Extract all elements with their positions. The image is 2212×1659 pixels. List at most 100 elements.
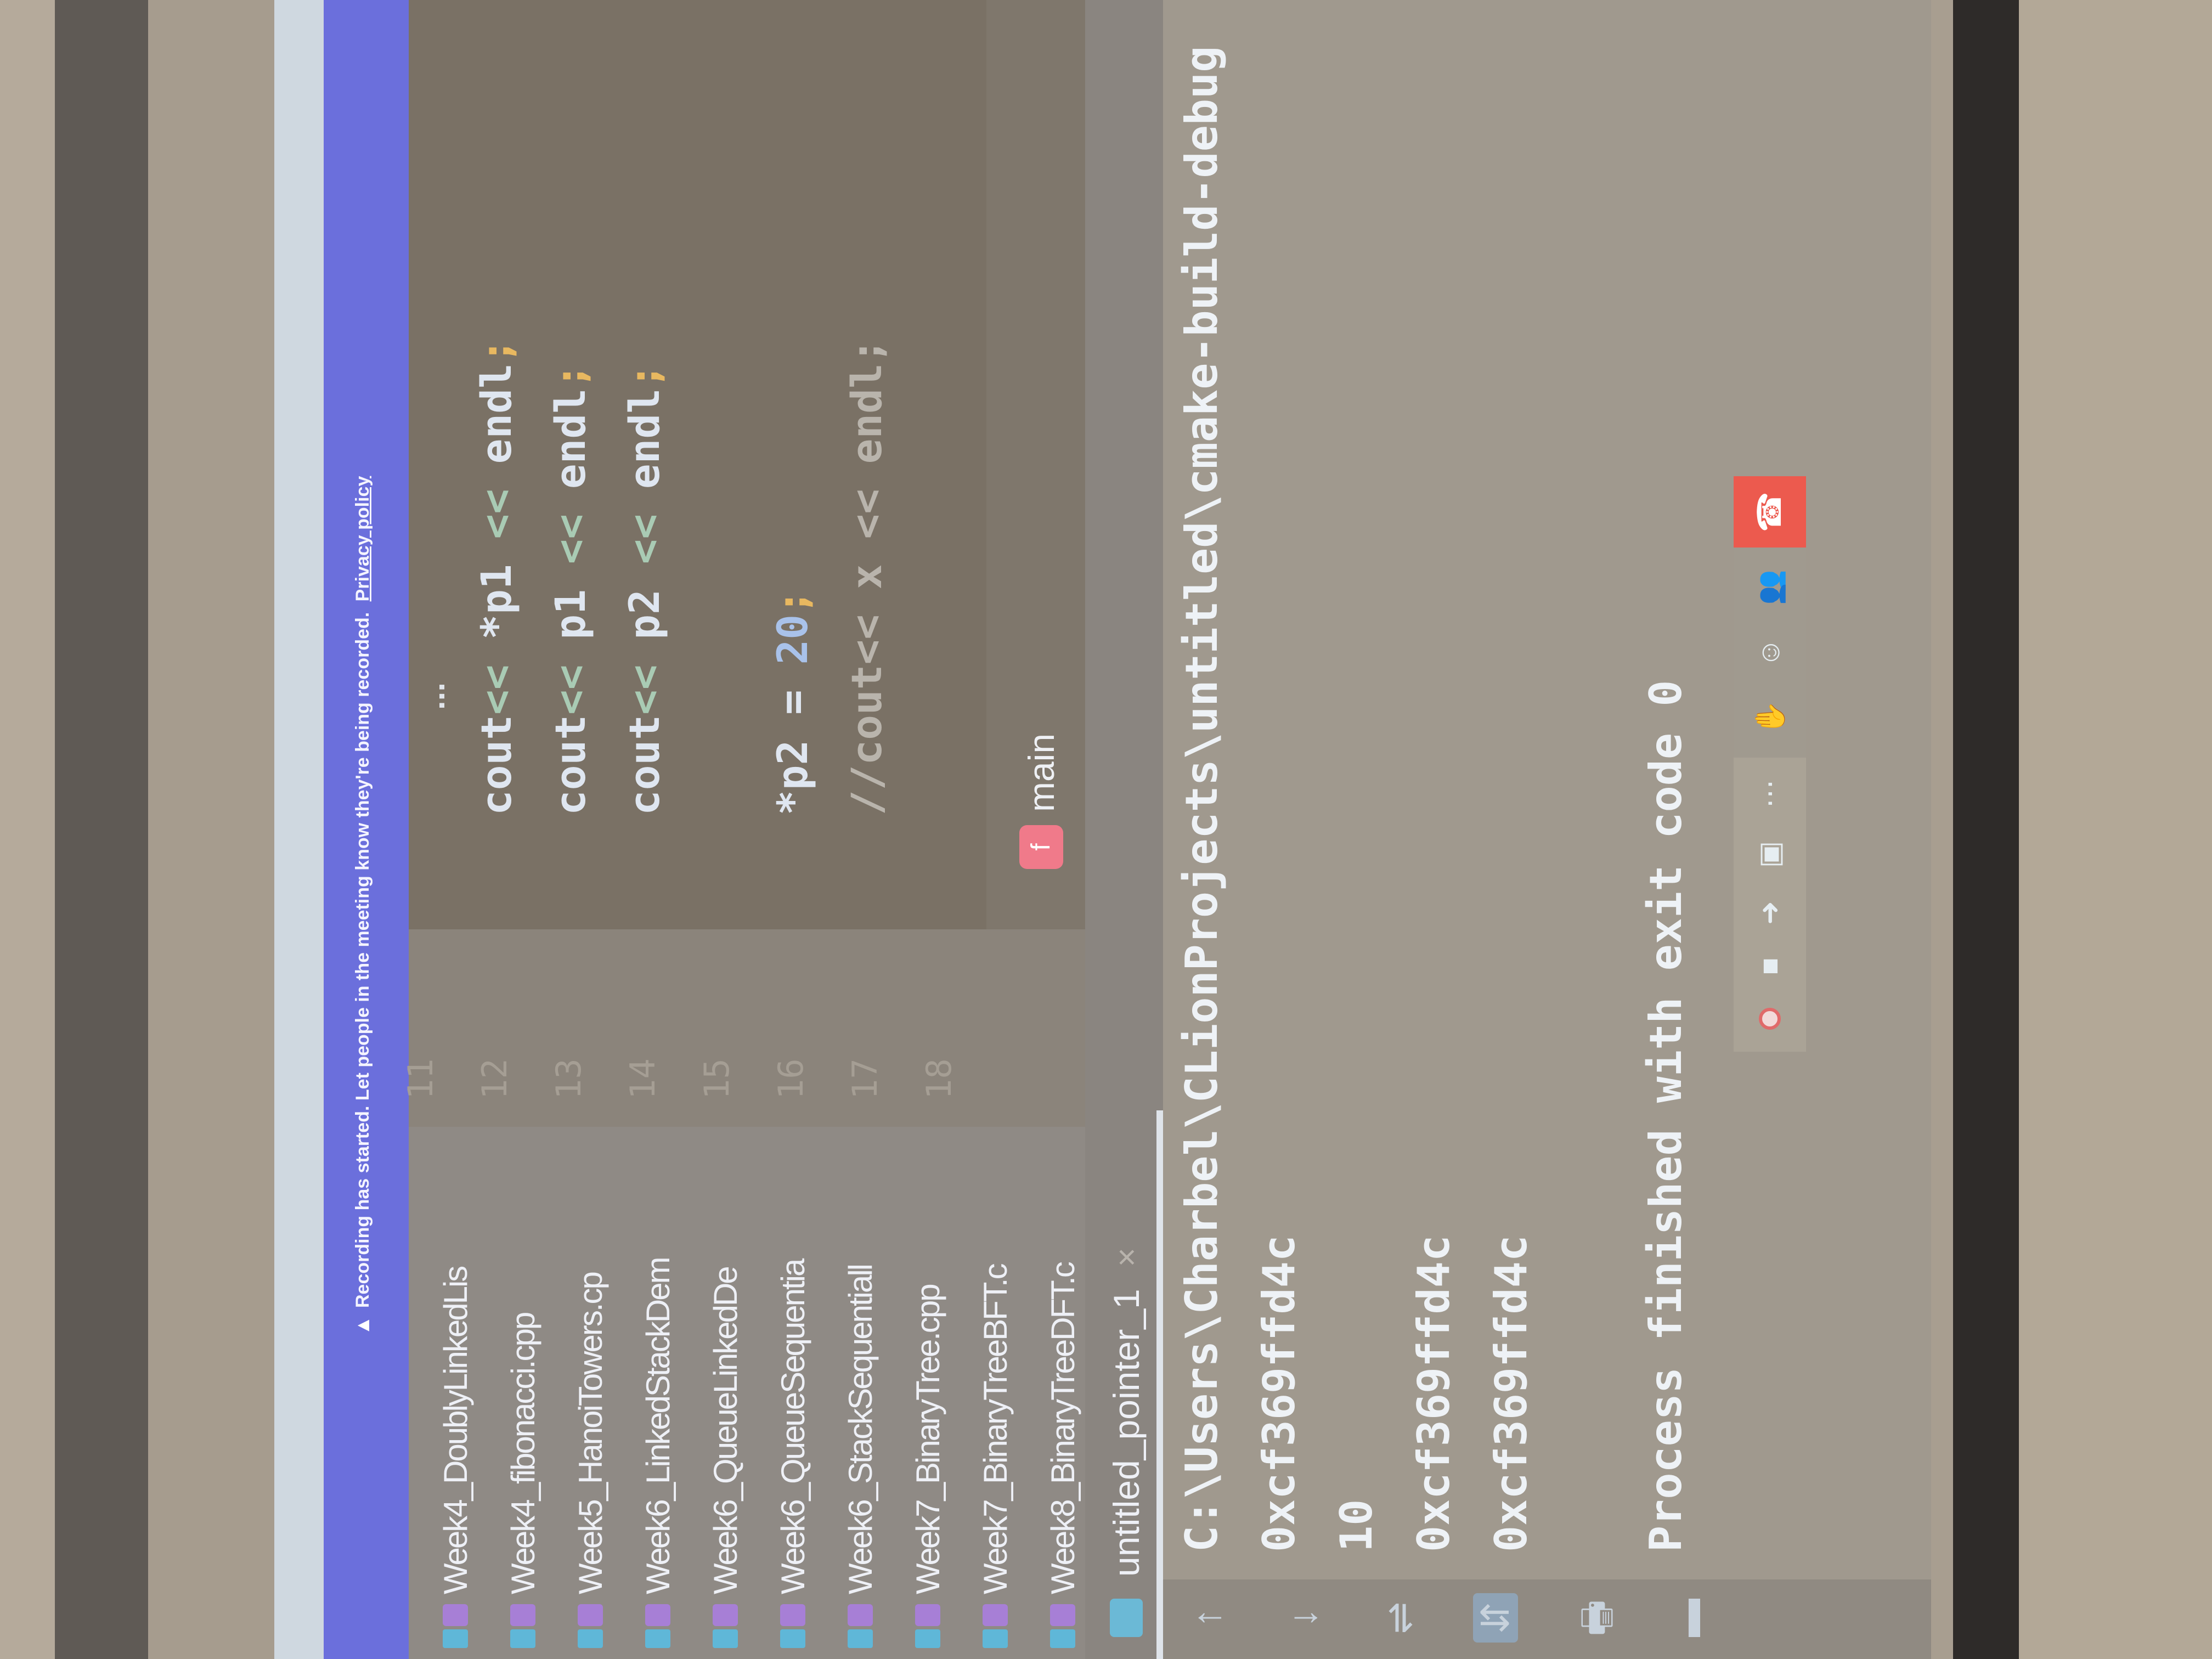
screen-frame-right <box>1953 0 2019 1659</box>
recording-indicator-icon <box>1759 1008 1781 1030</box>
code-token: ; <box>546 363 595 389</box>
breadcrumb[interactable]: f main <box>1019 733 1063 869</box>
code-line: cout<< p2 << endl; <box>620 363 669 815</box>
warning-icon: ▲ <box>351 1316 374 1335</box>
meeting-reactions: ✋ ☺ 👥 <box>1734 548 1806 758</box>
cpp-file-icon <box>443 1604 468 1626</box>
run-console: ↑ ↓ ⇌ ⇵ 🖶 ▬ C:\Users\Charbel\CLionProjects\un… <box>1163 0 1931 1659</box>
code-token: p2 <box>620 564 669 640</box>
code-token: << <box>620 639 669 715</box>
code-token: ; <box>472 338 521 364</box>
raise-hand-icon[interactable]: ✋ <box>1753 700 1787 736</box>
project-file-item[interactable]: Week6_QueueLinkedDe <box>692 1267 758 1648</box>
run-config-icon <box>1110 1599 1143 1637</box>
wall-left <box>0 0 55 1659</box>
stop-share-icon[interactable]: ■ <box>1753 958 1786 975</box>
clear-icon[interactable]: ▬ <box>1665 1593 1709 1643</box>
scroll-to-end-icon[interactable]: ⇵ <box>1473 1593 1518 1643</box>
file-type-icon <box>578 1629 603 1648</box>
file-name: Week6_StackSequentiall <box>842 1265 879 1594</box>
file-name: Week5_HanoiTowers.cp <box>572 1273 609 1594</box>
code-token: cout <box>546 714 595 815</box>
code-token: cout <box>472 714 521 815</box>
console-line: C:\Users\Charbel\CLionProjects\untitled\… <box>1176 46 1227 1552</box>
screen-frame-left <box>55 0 148 1659</box>
recording-banner: ▲ Recording has started. Let people in t… <box>324 0 409 1659</box>
file-type-icon <box>713 1629 738 1648</box>
whiteboard-icon[interactable]: ▣ <box>1753 841 1786 868</box>
code-line: cout<< *p1 << endl; <box>472 338 521 815</box>
folded-code-marker[interactable]: ... <box>414 682 452 710</box>
file-name: Week6_LinkedStackDem <box>639 1258 676 1594</box>
privacy-policy-link[interactable]: Privacy policy <box>352 476 373 602</box>
breadcrumb-main: main <box>1021 733 1062 812</box>
line-number: 15 <box>697 1058 737 1099</box>
file-type-icon <box>780 1629 805 1648</box>
project-file-item[interactable]: Week4_DoublyLinkedLis <box>422 1267 488 1648</box>
cpp-file-icon <box>780 1604 805 1626</box>
code-token: << <box>546 639 595 715</box>
cpp-file-icon <box>578 1604 603 1626</box>
code-editor[interactable]: ... cout<< *p1 << endl; cout<< p1 << endl… <box>409 0 986 929</box>
file-name: Week4_DoublyLinkedLis <box>437 1267 474 1594</box>
line-gutter: 11 12 13 14 15 16 17 18 <box>400 929 1085 1127</box>
code-line: //cout<< x << endl; <box>842 338 891 815</box>
project-file-item[interactable]: Week7_BinaryTree.cpp <box>895 1285 961 1648</box>
project-file-item[interactable]: Week4_fibonacci.cpp <box>490 1313 556 1648</box>
line-number: 17 <box>845 1058 885 1099</box>
file-type-icon <box>983 1629 1008 1648</box>
cpp-file-icon <box>915 1604 940 1626</box>
run-tab-label: untitled_pointer_1 <box>1106 1289 1147 1577</box>
reactions-icon[interactable]: ☺ <box>1753 638 1786 667</box>
file-type-icon <box>915 1629 940 1648</box>
code-token: cout <box>620 714 669 815</box>
code-token: *p2 = <box>768 664 817 815</box>
cpp-file-icon <box>1050 1604 1075 1626</box>
soft-wrap-icon[interactable]: ⇌ <box>1377 1593 1422 1643</box>
console-line: 0xcf369ffd4c <box>1486 1235 1537 1552</box>
project-file-item[interactable]: Week7_BinaryTreeBFT.c <box>962 1265 1028 1648</box>
code-token: ; <box>620 363 669 389</box>
code-token: << <box>620 489 669 565</box>
breadcrumb-bar: f main <box>986 0 1085 929</box>
code-line: *p2 = 20; <box>768 589 817 815</box>
code-token: endl <box>620 388 669 489</box>
cpp-file-icon <box>713 1604 738 1626</box>
share-arrow-icon[interactable]: ➜ <box>1753 901 1786 925</box>
file-type-icon <box>645 1629 670 1648</box>
people-icon[interactable]: 👥 <box>1753 569 1787 605</box>
line-number: 14 <box>623 1058 663 1099</box>
file-name: Week7_BinaryTreeBFT.c <box>977 1265 1014 1594</box>
clion-window: ▲ Recording has started. Let people in t… <box>324 0 1931 1659</box>
file-name: Week6_QueueLinkedDe <box>707 1267 744 1594</box>
close-icon[interactable]: × <box>1108 1248 1146 1267</box>
project-file-item[interactable]: Week6_StackSequentiall <box>827 1265 893 1648</box>
run-tab[interactable]: untitled_pointer_1 × <box>1096 1248 1156 1637</box>
scroll-up-icon[interactable]: ↑ <box>1185 1593 1229 1643</box>
file-type-icon <box>848 1629 873 1648</box>
file-name: Week8_BinaryTreeDFT.c <box>1044 1263 1081 1594</box>
phone-hangup-icon: ☎ <box>1751 491 1788 533</box>
console-line: 0xcf369ffd4c <box>1408 1235 1459 1552</box>
scroll-down-icon[interactable]: ↓ <box>1281 1593 1325 1643</box>
code-token: endl <box>472 363 521 464</box>
banner-text: Recording has started. Let people in the… <box>352 612 373 1308</box>
code-token: << <box>546 489 595 565</box>
code-token: 20 <box>768 614 817 665</box>
code-token: //cout<< x << endl; <box>842 338 891 815</box>
code-token: ; <box>768 589 817 614</box>
file-name: Week6_QueueSequentia <box>774 1260 811 1594</box>
project-file-item[interactable]: Week5_HanoiTowers.cp <box>557 1273 623 1648</box>
project-file-item[interactable]: Week6_LinkedStackDem <box>625 1258 691 1648</box>
more-icon[interactable]: ⋯ <box>1753 780 1786 808</box>
print-icon[interactable]: 🖶 <box>1569 1593 1634 1643</box>
wall-strip <box>148 0 274 1659</box>
console-toolbar: ↑ ↓ ⇌ ⇵ 🖶 ▬ <box>1163 1579 1931 1659</box>
leave-call-button[interactable]: ☎ <box>1734 476 1806 548</box>
console-line: 10 <box>1331 1499 1382 1552</box>
project-file-item[interactable]: Week6_QueueSequentia <box>760 1260 826 1648</box>
run-tab-bar: untitled_pointer_1 × <box>1085 0 1163 1659</box>
code-token: endl <box>546 388 595 489</box>
line-number: 16 <box>771 1058 811 1099</box>
